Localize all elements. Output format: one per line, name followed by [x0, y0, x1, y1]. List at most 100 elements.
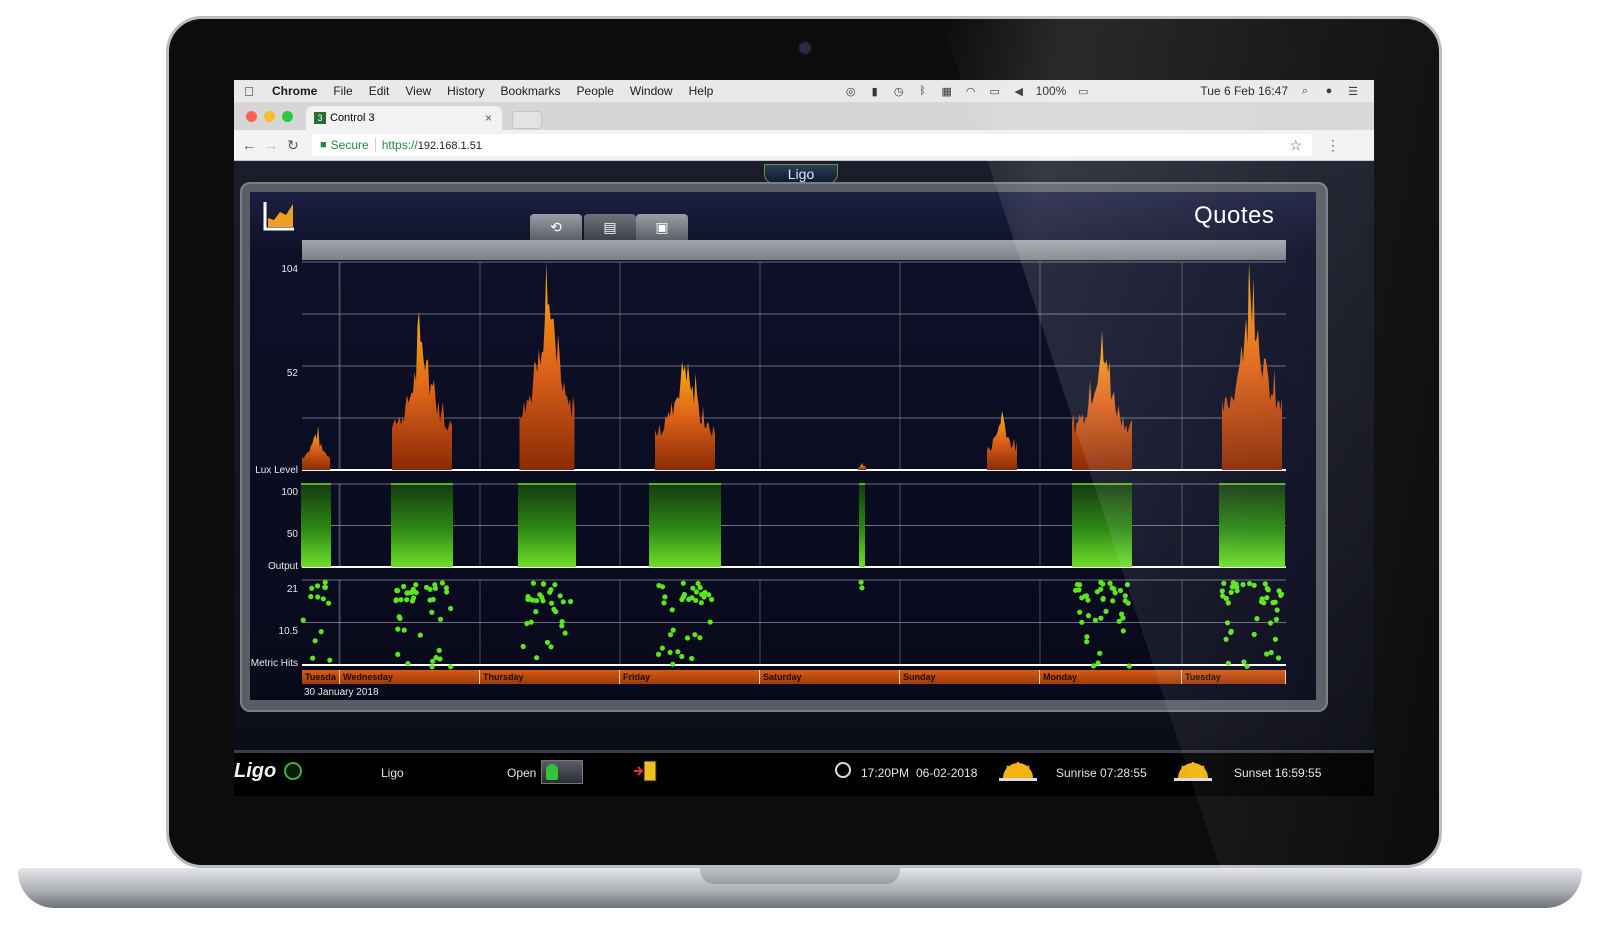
metric-hit-point — [448, 605, 454, 612]
metric-hit-point — [530, 580, 536, 586]
day-label-0[interactable]: Tuesda — [302, 670, 340, 684]
metric-hit-point — [318, 629, 324, 635]
metric-hit-point — [1092, 617, 1098, 623]
metric-hit-point — [1274, 607, 1280, 613]
metric-hit-point — [670, 661, 676, 667]
ligo-logo[interactable]: Ligo — [234, 760, 276, 783]
day-label-4[interactable]: Saturday — [760, 670, 900, 684]
metric-hit-point — [1090, 663, 1097, 669]
day-timeline: Tuesda Wednesday Thursday Friday Saturday Sun… — [302, 670, 1286, 684]
metric-hit-point — [667, 649, 673, 655]
metric-hit-point — [1095, 660, 1101, 666]
metric-hit-point — [1098, 615, 1104, 621]
metric-hit-point — [698, 600, 704, 606]
metric-hit-point — [1119, 611, 1125, 617]
metric-hit-point — [433, 654, 439, 661]
metric-hit-point — [548, 644, 554, 650]
metric-hit-point — [1264, 595, 1270, 601]
metric-hit-point — [1251, 582, 1257, 588]
day-label-3[interactable]: Friday — [620, 670, 760, 684]
metric-hit-point — [553, 609, 559, 615]
metric-hit-point — [1079, 619, 1085, 625]
metric-hit-point — [528, 619, 534, 625]
occupancy-button[interactable] — [541, 760, 583, 784]
metric-hit-point — [310, 655, 316, 661]
metric-hit-point — [1077, 609, 1083, 615]
metric-hit-point — [327, 657, 333, 663]
metric-hit-point — [427, 597, 433, 603]
metric-hit-point — [1225, 660, 1231, 666]
metric-hit-point — [326, 600, 332, 606]
metric-hit-point — [1234, 584, 1240, 590]
metric-hit-point — [659, 645, 665, 651]
metric-hit-point — [322, 579, 328, 585]
day-label-7[interactable]: Tuesday — [1182, 670, 1286, 684]
sunrise-icon — [999, 762, 1037, 781]
metric-hit-point — [1259, 596, 1265, 602]
lux-area-monday — [1072, 330, 1132, 470]
timeline-start-date: 30 January 2018 — [304, 687, 379, 698]
metric-hit-point — [1268, 649, 1274, 656]
metric-hit-point — [858, 579, 864, 585]
metric-hit-point — [709, 596, 715, 603]
metric-hit-point — [1116, 618, 1122, 624]
metric-hit-point — [1084, 639, 1090, 645]
lux-area-tuesda — [302, 426, 330, 470]
output-area-saturday — [859, 484, 865, 567]
metric-hit-point — [1117, 587, 1124, 594]
metric-hit-point — [1220, 593, 1226, 599]
clock-icon — [835, 762, 851, 778]
metric-hit-point — [1262, 581, 1268, 587]
metric-hit-point — [560, 599, 566, 605]
metric-hit-point — [309, 585, 315, 591]
metric-hit-point — [401, 627, 407, 633]
metric-hit-point — [655, 651, 662, 658]
metric-hit-point — [544, 639, 551, 646]
lux-area-wednesday — [392, 311, 452, 470]
metric-hit-point — [401, 583, 407, 590]
metric-hit-point — [537, 592, 543, 598]
metric-hit-point — [520, 643, 526, 650]
metric-hit-point — [680, 594, 686, 600]
metric-hit-point — [398, 597, 404, 603]
day-label-6[interactable]: Monday — [1040, 670, 1182, 684]
exit-door-icon[interactable] — [632, 760, 658, 782]
metric-hit-point — [692, 632, 698, 638]
metric-hit-point — [1240, 581, 1246, 588]
metric-hit-point — [1272, 636, 1278, 642]
status-bar: Ligo Ligo Open 17:20PM 06-02-2018 Sunris… — [234, 750, 1374, 796]
status-bar-divider — [234, 750, 1374, 753]
metric-hit-point — [1254, 616, 1260, 622]
metric-hit-point — [1103, 608, 1109, 615]
day-label-5[interactable]: Sunday — [900, 670, 1040, 684]
metric-hit-point — [675, 649, 681, 655]
metric-hit-point — [423, 584, 430, 590]
day-label-2[interactable]: Thursday — [480, 670, 620, 684]
sunset-icon — [1174, 762, 1212, 781]
day-label-1[interactable]: Wednesday — [340, 670, 480, 684]
lux-area-sunday — [987, 410, 1017, 470]
metric-hit-point — [1228, 589, 1234, 595]
metric-hit-point — [1264, 651, 1270, 657]
metric-hit-point — [540, 581, 547, 587]
metric-hit-point — [559, 623, 565, 629]
output-area-wednesday — [391, 484, 453, 567]
metric-hit-point — [670, 627, 676, 633]
output-area-friday — [649, 484, 721, 567]
metric-hit-point — [429, 664, 435, 670]
device-name: Ligo — [381, 766, 404, 780]
metric-hit-point — [322, 584, 328, 590]
metric-hit-point — [1077, 582, 1083, 588]
metric-hit-point — [394, 587, 400, 593]
metric-hit-point — [534, 655, 540, 661]
metric-hit-point — [533, 609, 539, 615]
metric-hit-point — [1241, 659, 1247, 665]
status-ring-icon[interactable] — [284, 762, 302, 780]
metric-hit-point — [315, 594, 321, 600]
metric-hit-point — [662, 594, 668, 600]
laptop-frame:  Chrome File Edit View History Bookmark… — [0, 0, 1600, 934]
metric-hit-point — [1267, 620, 1274, 626]
metric-hit-point — [308, 594, 314, 600]
metric-hit-point — [707, 619, 713, 625]
metric-hit-point — [1276, 588, 1282, 594]
